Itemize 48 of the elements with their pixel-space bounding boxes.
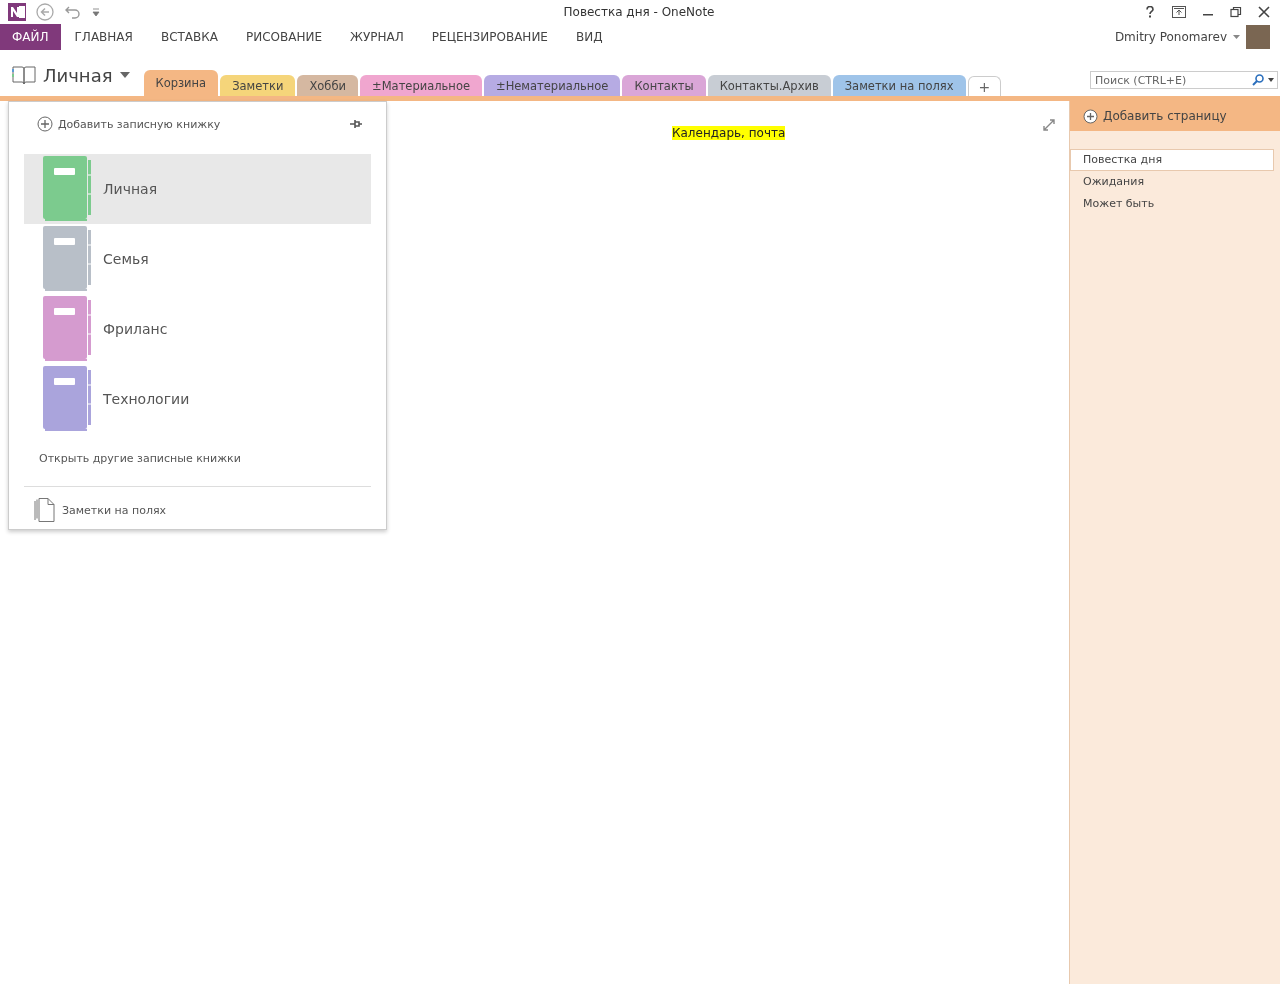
notebook-picker[interactable]: Личная	[0, 60, 144, 94]
page-item[interactable]: Повестка дня	[1070, 149, 1274, 171]
quick-notes-button[interactable]: Заметки на полях	[34, 498, 386, 522]
dropdown-caret-icon	[119, 72, 130, 78]
add-section-tab[interactable]: +	[967, 76, 1002, 96]
ribbon-tab[interactable]: РИСОВАНИЕ	[232, 24, 337, 50]
user-name[interactable]: Dmitry Ponomarev	[1114, 30, 1227, 44]
add-circle-icon	[37, 116, 53, 132]
close-icon[interactable]	[1258, 6, 1270, 18]
ribbon-display-icon[interactable]	[1172, 6, 1186, 18]
add-circle-icon	[1083, 108, 1098, 124]
note-title: Календарь, почта	[672, 126, 786, 140]
section-tab[interactable]: ±Материальное	[360, 75, 482, 96]
section-tab[interactable]: Корзина	[143, 70, 219, 96]
ribbon-tab[interactable]: РЕЦЕНЗИРОВАНИЕ	[417, 24, 562, 50]
add-page-button[interactable]: Добавить страницу	[1070, 101, 1280, 131]
restore-icon[interactable]	[1230, 6, 1242, 18]
expand-icon[interactable]	[1043, 119, 1055, 131]
notebook-item[interactable]: Технологии	[24, 364, 371, 434]
open-other-notebooks-link[interactable]: Открыть другие записные книжки	[39, 452, 386, 465]
section-tab[interactable]: Контакты	[622, 75, 706, 96]
section-tab[interactable]: ±Нематериальное	[484, 75, 621, 96]
page-item[interactable]: Может быть	[1070, 193, 1280, 215]
search-icon[interactable]	[1252, 74, 1264, 86]
section-tab[interactable]: Хобби	[297, 75, 359, 96]
search-field[interactable]: Поиск (CTRL+E)	[1090, 71, 1278, 89]
file-tab[interactable]: ФАЙЛ	[0, 24, 61, 50]
section-tab[interactable]: Заметки	[220, 75, 296, 96]
ribbon-tab[interactable]: ВИД	[561, 24, 617, 50]
open-book-icon	[12, 65, 36, 85]
page-item[interactable]: Ожидания	[1070, 171, 1280, 193]
notebook-item[interactable]: Личная	[24, 154, 371, 224]
help-icon[interactable]	[1144, 6, 1156, 18]
pages-stack-icon	[34, 498, 56, 522]
ribbon-tab[interactable]: ГЛАВНАЯ	[60, 24, 147, 50]
ribbon-tab[interactable]: ЖУРНАЛ	[336, 24, 418, 50]
section-tab[interactable]: Заметки на полях	[832, 75, 966, 96]
pin-icon[interactable]	[350, 119, 362, 129]
add-notebook-button[interactable]: Добавить записную книжку	[37, 116, 221, 132]
window-title: Повестка дня - OneNote	[563, 5, 715, 19]
ribbon-tab[interactable]: ВСТАВКА	[146, 24, 233, 50]
avatar-placeholder	[1246, 25, 1270, 49]
section-tab[interactable]: Контакты.Архив	[707, 75, 831, 96]
notebook-item[interactable]: Фриланс	[24, 294, 371, 364]
dropdown-caret-icon[interactable]	[1268, 78, 1274, 82]
customize-icon[interactable]	[92, 7, 100, 17]
notebook-item[interactable]: Семья	[24, 224, 371, 294]
app-logo-icon	[8, 3, 26, 21]
